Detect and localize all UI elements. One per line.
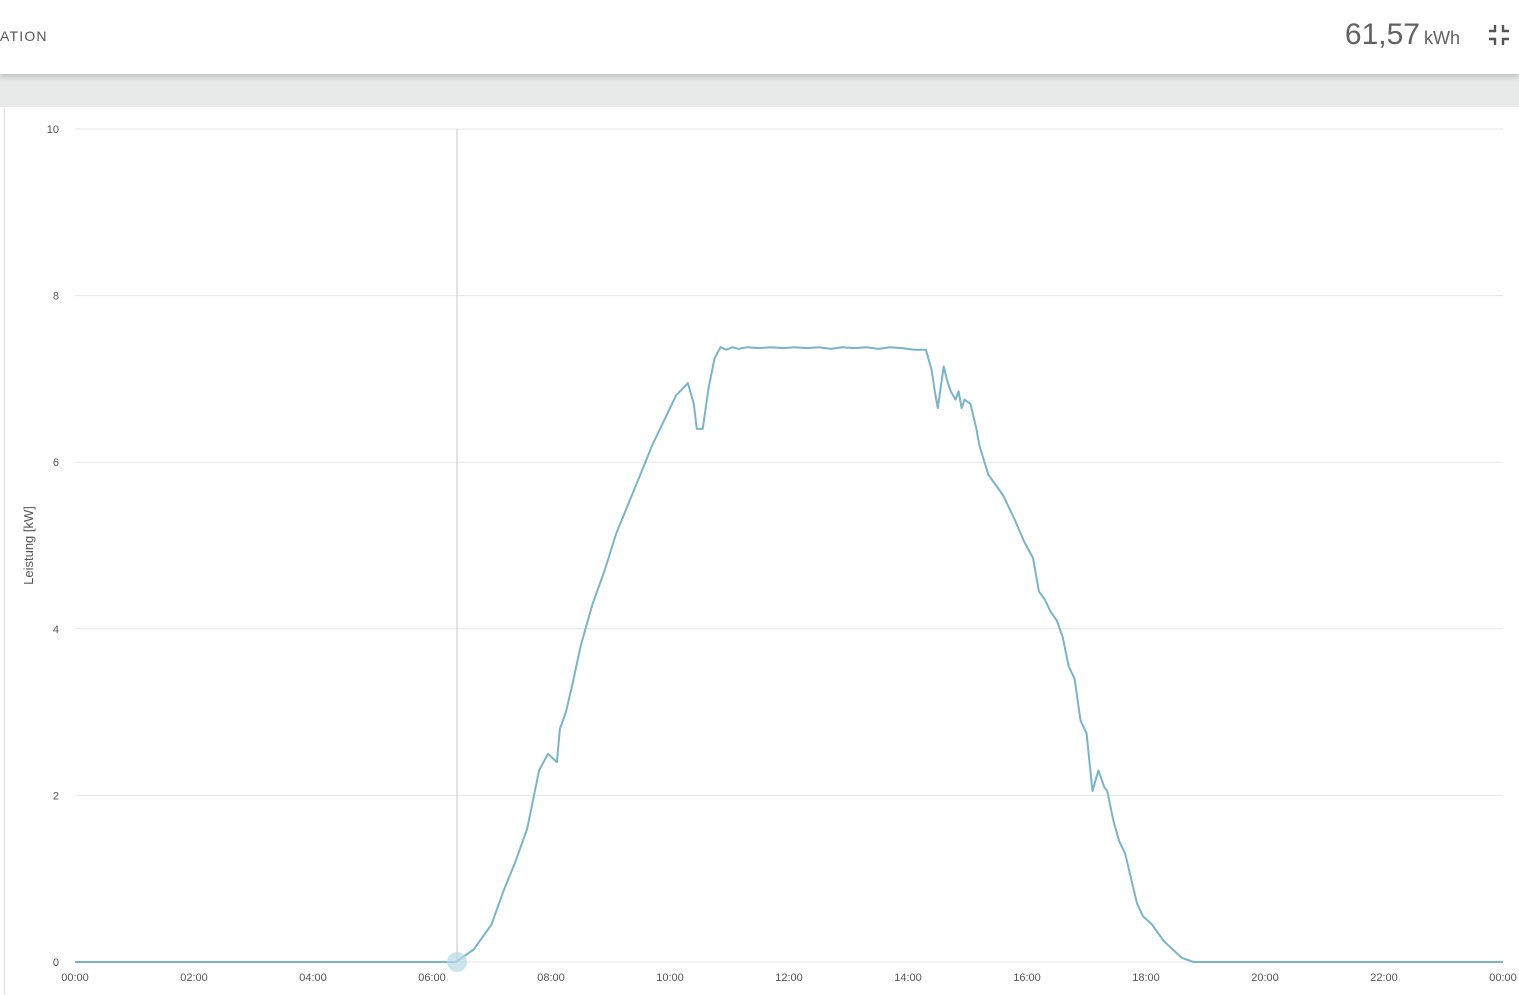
x-tick-label: 00:00	[61, 972, 89, 984]
power-chart: 0 2 4 6 8 10 00:00 02:00 04:00 06:00 08:00 10:00 12…	[21, 124, 1517, 984]
collapse-button[interactable]	[1484, 20, 1514, 50]
x-tick-label: 18:00	[1132, 972, 1160, 984]
energy-total-value: 61,57	[1344, 18, 1420, 51]
y-axis-ticks: 0 2 4 6 8 10	[47, 124, 59, 969]
x-tick-label: 04:00	[299, 972, 327, 984]
x-tick-label: 14:00	[894, 972, 922, 984]
y-tick-label: 10	[47, 124, 59, 136]
chart-panel: 0 2 4 6 8 10 00:00 02:00 04:00 06:00 08:00 10:00 12…	[0, 107, 1519, 995]
y-tick-label: 4	[53, 624, 59, 636]
x-tick-label: 16:00	[1013, 972, 1041, 984]
header-bar: ATION 61,57 kWh	[0, 0, 1519, 74]
grid-lines	[75, 128, 1503, 963]
x-tick-label: 02:00	[180, 972, 208, 984]
y-tick-label: 0	[53, 957, 59, 969]
x-tick-label: 22:00	[1370, 972, 1398, 984]
x-tick-label: 00:00	[1489, 972, 1517, 984]
x-axis-ticks: 00:00 02:00 04:00 06:00 08:00 10:00 12:00 14:00…	[61, 972, 1517, 984]
toolbar-band	[0, 74, 1519, 107]
page-title: ATION	[0, 28, 48, 44]
y-tick-label: 8	[53, 291, 59, 303]
x-tick-label: 08:00	[537, 972, 565, 984]
y-tick-label: 6	[53, 457, 59, 469]
y-tick-label: 2	[53, 790, 59, 802]
series-line-power[interactable]	[75, 346, 1503, 963]
x-tick-label: 20:00	[1251, 972, 1279, 984]
energy-total: 61,57 kWh	[1345, 18, 1460, 52]
hover-marker[interactable]	[446, 952, 467, 972]
energy-total-unit: kWh	[1424, 28, 1460, 48]
x-tick-label: 06:00	[418, 972, 446, 984]
x-tick-label: 10:00	[656, 972, 684, 984]
collapse-icon	[1489, 25, 1509, 45]
y-axis-title: Leistung [kW]	[21, 506, 36, 585]
x-tick-label: 12:00	[775, 972, 803, 984]
